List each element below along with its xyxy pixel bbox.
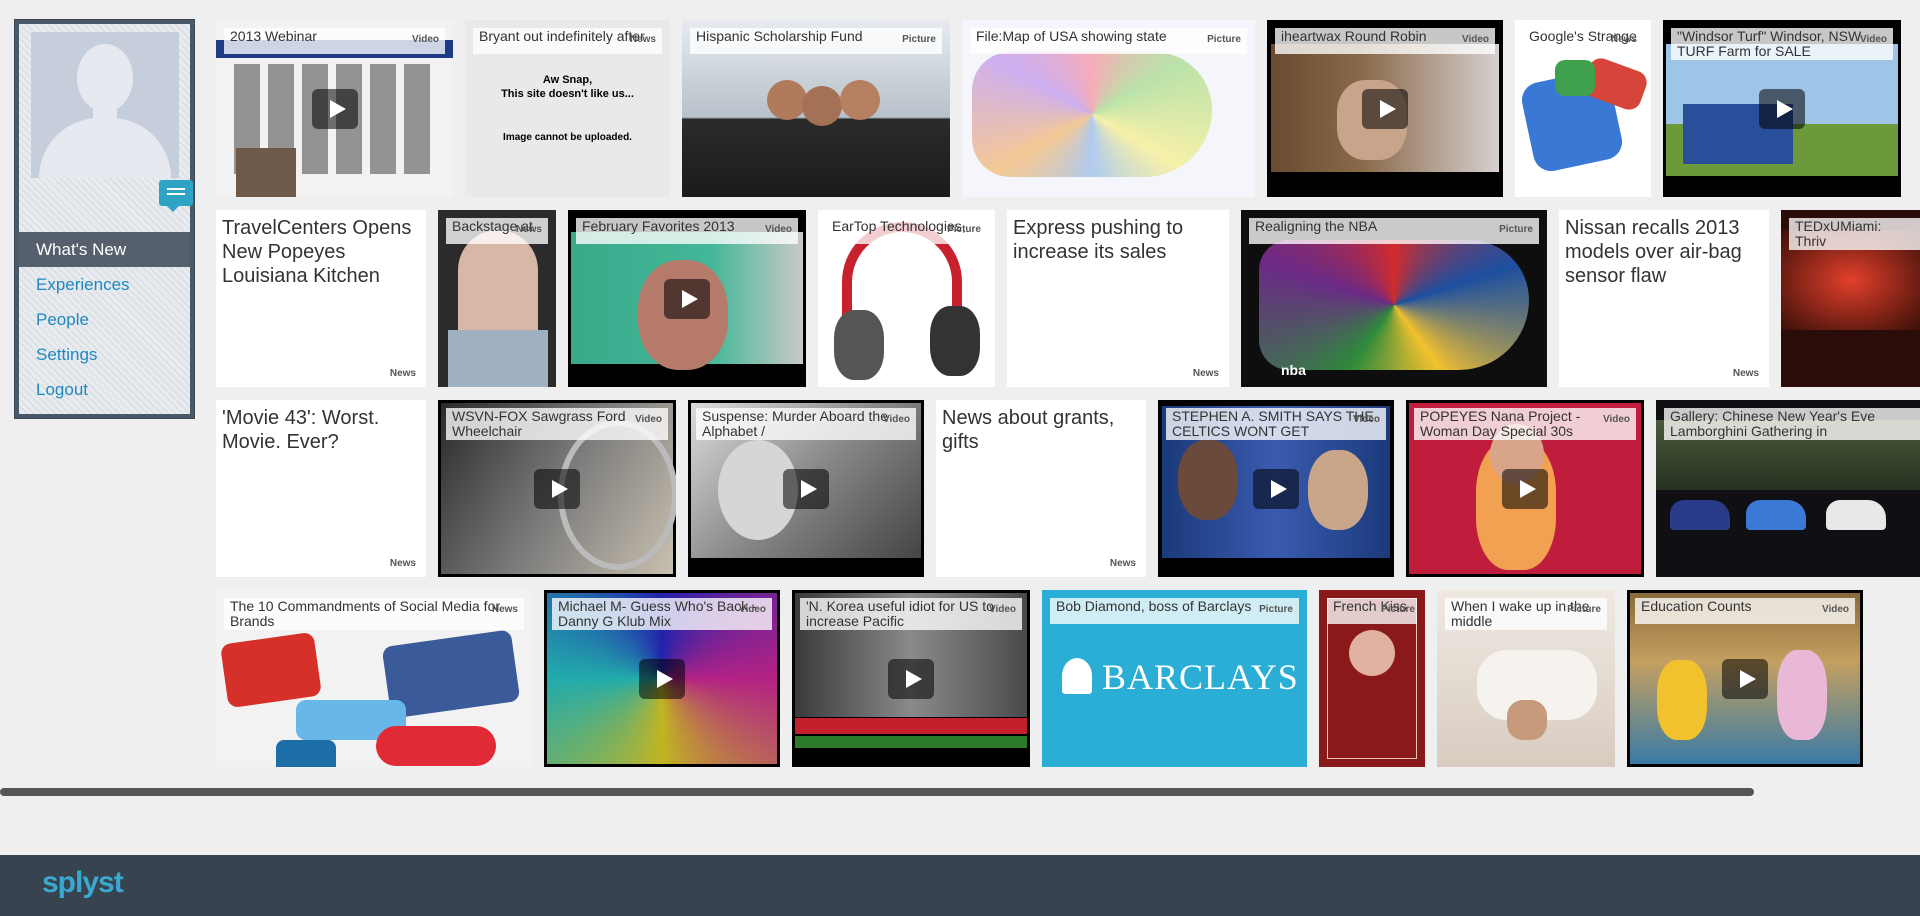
play-icon[interactable] bbox=[1722, 658, 1768, 699]
tile-type-badge: News bbox=[389, 368, 416, 379]
tile-wsvn-fox[interactable]: WSVN-FOX Sawgrass Ford Wheelchair Video bbox=[438, 400, 676, 577]
play-icon[interactable] bbox=[1759, 88, 1805, 129]
play-icon[interactable] bbox=[311, 88, 358, 129]
tile-iheartwax[interactable]: iheartwax Round Robin Video bbox=[1267, 20, 1503, 197]
tile-type-badge: News bbox=[1109, 558, 1136, 569]
play-icon[interactable] bbox=[1502, 468, 1548, 509]
tile-type-badge: News bbox=[1192, 368, 1219, 379]
tile-french-kiss[interactable]: French Kiss Picture bbox=[1319, 590, 1425, 767]
error-line-1: Aw Snap, bbox=[542, 74, 593, 86]
splyst-logo[interactable]: splyst bbox=[42, 866, 124, 900]
tile-chinese-new-year-gallery[interactable]: Gallery: Chinese New Year's Eve Lamborgh… bbox=[1656, 400, 1920, 577]
tile-michael-m[interactable]: Michael M- Guess Who's Back - Danny G Kl… bbox=[544, 590, 780, 767]
eagle-icon bbox=[1062, 658, 1092, 694]
nba-logo-text: nba bbox=[1281, 362, 1306, 378]
tile-nissan-recalls[interactable]: Nissan recalls 2013 models over air-bag … bbox=[1559, 210, 1769, 387]
tile-stephen-a-smith[interactable]: STEPHEN A. SMITH SAYS THE CELTICS WONT G… bbox=[1158, 400, 1394, 577]
tile-type-badge: Video bbox=[1821, 604, 1849, 615]
tile-windsor-turf[interactable]: "Windsor Turf" Windsor, NSW TURF Farm fo… bbox=[1663, 20, 1901, 197]
avatar-body bbox=[39, 118, 171, 178]
tile-title: TEDxUMiami: Thriv bbox=[1789, 218, 1920, 250]
tile-type-badge: Video bbox=[764, 224, 792, 235]
tile-10-commandments[interactable]: The 10 Commandments of Social Media for … bbox=[216, 590, 532, 767]
tile-type-badge: Video bbox=[1859, 34, 1887, 45]
profile-sidebar: What's New Experiences People Settings L… bbox=[14, 19, 195, 419]
tile-hispanic-scholarship[interactable]: Hispanic Scholarship Fund Picture bbox=[682, 20, 950, 197]
play-icon[interactable] bbox=[1253, 468, 1299, 509]
tile-type-badge: Picture bbox=[1381, 604, 1415, 615]
tile-type-badge: Video bbox=[634, 414, 662, 425]
tile-when-i-wake-up[interactable]: When I wake up in the middle Picture bbox=[1437, 590, 1615, 767]
sidebar-nav: What's New Experiences People Settings L… bbox=[19, 232, 190, 407]
play-icon[interactable] bbox=[639, 658, 685, 699]
tile-type-badge: Video bbox=[988, 604, 1016, 615]
tile-type-badge: Picture bbox=[1499, 224, 1533, 235]
message-icon[interactable] bbox=[159, 180, 193, 212]
tile-usa-map[interactable]: File:Map of USA showing state Picture bbox=[962, 20, 1255, 197]
tile-education-counts[interactable]: Education Counts Video bbox=[1627, 590, 1863, 767]
tile-type-badge: News bbox=[491, 604, 518, 615]
tile-grants-gifts[interactable]: News about grants, gifts News bbox=[936, 400, 1146, 577]
tile-february-favorites[interactable]: February Favorites 2013 Video bbox=[568, 210, 806, 387]
tile-type-badge: Video bbox=[1352, 414, 1380, 425]
tile-title: Gallery: Chinese New Year's Eve Lamborgh… bbox=[1664, 408, 1920, 440]
tile-express-pushing[interactable]: Express pushing to increase its sales Ne… bbox=[1007, 210, 1229, 387]
avatar[interactable] bbox=[31, 32, 179, 178]
tile-type-badge: News bbox=[1732, 368, 1759, 379]
error-line-2: This site doesn't like us... bbox=[501, 88, 634, 100]
tile-bob-diamond[interactable]: BARCLAYS Bob Diamond, boss of Barclays P… bbox=[1042, 590, 1307, 767]
nav-item-whats-new[interactable]: What's New bbox=[19, 232, 190, 267]
tile-type-badge: Picture bbox=[902, 34, 936, 45]
footer: splyst bbox=[0, 855, 1920, 916]
tile-type-badge: Video bbox=[1461, 34, 1489, 45]
nav-item-people[interactable]: People bbox=[19, 302, 190, 337]
tile-travelcenters[interactable]: TravelCenters Opens New Popeyes Louisian… bbox=[216, 210, 426, 387]
tile-title: File:Map of USA showing state bbox=[970, 28, 1247, 54]
play-icon[interactable] bbox=[783, 468, 829, 509]
nav-item-logout[interactable]: Logout bbox=[19, 372, 190, 407]
tile-type-badge: Video bbox=[738, 604, 766, 615]
error-line-3: Image cannot be uploaded. bbox=[503, 132, 632, 143]
tile-type-badge: Video bbox=[1602, 414, 1630, 425]
tile-type-badge: Video bbox=[882, 414, 910, 425]
tile-bryant-out[interactable]: Bryant out indefinitely after News Aw Sn… bbox=[465, 20, 670, 197]
tile-suspense-murder[interactable]: Suspense: Murder Aboard the Alphabet / V… bbox=[688, 400, 924, 577]
horizontal-scrollbar[interactable] bbox=[0, 788, 1754, 796]
tile-title: The 10 Commandments of Social Media for … bbox=[224, 598, 524, 630]
tile-popeyes-nana[interactable]: POPEYES Nana Project - Woman Day Special… bbox=[1406, 400, 1644, 577]
tile-type-badge: News bbox=[515, 224, 542, 235]
tile-type-badge: Picture bbox=[1567, 604, 1601, 615]
tile-realigning-nba[interactable]: nba Realigning the NBA Picture bbox=[1241, 210, 1547, 387]
tile-n-korea[interactable]: 'N. Korea useful idiot for US to increas… bbox=[792, 590, 1030, 767]
nav-item-experiences[interactable]: Experiences bbox=[19, 267, 190, 302]
tile-type-badge: Picture bbox=[1207, 34, 1241, 45]
tile-backstage-at[interactable]: Backstage at News bbox=[438, 210, 556, 387]
tile-title: News about grants, gifts bbox=[942, 407, 1115, 453]
tile-title: 'Movie 43': Worst. Movie. Ever? bbox=[222, 407, 380, 453]
play-icon[interactable] bbox=[888, 658, 934, 699]
tile-eartop[interactable]: EarTop Technologies, Picture bbox=[818, 210, 995, 387]
tile-type-badge: Picture bbox=[1259, 604, 1293, 615]
tile-2013-webinar[interactable]: 2013 Webinar Video bbox=[216, 20, 453, 197]
tile-title: Nissan recalls 2013 models over air-bag … bbox=[1565, 217, 1742, 287]
tile-type-badge: News bbox=[629, 34, 656, 45]
tile-googles-strange[interactable]: Google's Strange News bbox=[1515, 20, 1651, 197]
tile-type-badge: Picture bbox=[947, 224, 981, 235]
play-icon[interactable] bbox=[664, 278, 710, 319]
tile-tedx-umiami[interactable]: TEDxUMiami: Thriv bbox=[1781, 210, 1920, 387]
tile-title: Realigning the NBA bbox=[1249, 218, 1539, 244]
tile-type-badge: News bbox=[389, 558, 416, 569]
tile-movie-43[interactable]: 'Movie 43': Worst. Movie. Ever? News bbox=[216, 400, 426, 577]
sidebar-panel: What's New Experiences People Settings L… bbox=[19, 24, 193, 414]
tile-type-badge: Video bbox=[411, 34, 439, 45]
tile-title: Express pushing to increase its sales bbox=[1013, 217, 1184, 263]
nav-item-settings[interactable]: Settings bbox=[19, 337, 190, 372]
barclays-logo: BARCLAYS bbox=[1102, 657, 1299, 697]
tile-type-badge: News bbox=[1610, 34, 1637, 45]
tile-title: TravelCenters Opens New Popeyes Louisian… bbox=[222, 217, 412, 287]
play-icon[interactable] bbox=[1362, 88, 1408, 129]
play-icon[interactable] bbox=[534, 468, 580, 509]
